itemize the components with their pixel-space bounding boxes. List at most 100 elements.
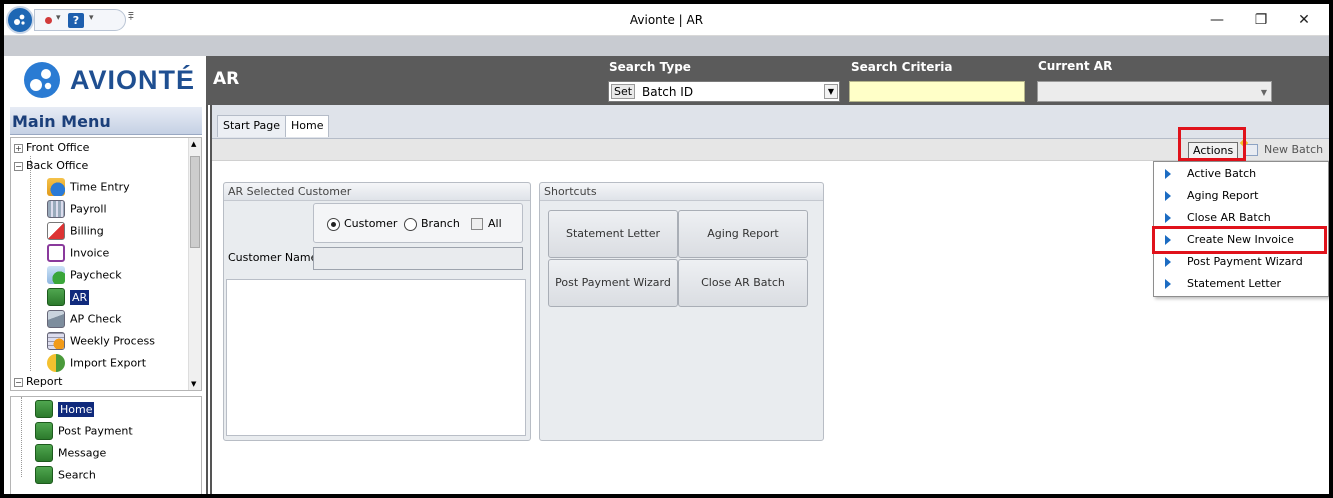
play-arrow-icon [1165, 279, 1171, 289]
tab-strip: Start Page Home [212, 105, 1329, 139]
sidebar-item-invoice[interactable]: Invoice [47, 244, 109, 264]
sidebar-item-post-payment[interactable]: Post Payment [35, 422, 133, 442]
main-menu-tree: + Front Office − Back Office Time Entry Pa… [10, 137, 202, 391]
new-batch-icon [1245, 144, 1258, 156]
tree-node-report[interactable]: − Report [14, 375, 62, 388]
sidebar-item-billing[interactable]: Billing [47, 222, 104, 242]
all-checkbox[interactable]: All [471, 217, 502, 230]
brand-logo: AVIONTÉ [4, 56, 206, 105]
customer-list[interactable] [226, 279, 526, 436]
tree-scrollbar[interactable]: ▲ ▼ [188, 138, 201, 390]
panel-title: AR Selected Customer [224, 183, 530, 201]
customer-name-field[interactable] [313, 247, 523, 270]
shortcuts-panel: Shortcuts Statement Letter Aging Report … [539, 182, 824, 441]
logo-text: AVIONTÉ [70, 65, 196, 95]
statement-letter-button[interactable]: Statement Letter [548, 210, 678, 258]
search-criteria-label: Search Criteria [851, 60, 953, 74]
sidebar-item-payroll[interactable]: Payroll [47, 200, 107, 220]
ledger-icon [35, 422, 53, 440]
customer-type-group: Customer Branch All [313, 203, 523, 243]
billing-icon [47, 222, 65, 240]
collapse-icon[interactable]: − [14, 161, 23, 171]
weekly-process-icon [47, 332, 65, 350]
sidebar-item-ap-check[interactable]: AP Check [47, 310, 122, 330]
scroll-up-icon[interactable]: ▲ [191, 140, 196, 148]
title-bar: ▾ ? ▾ ⩱ Avionte | AR — ❐ ✕ [4, 4, 1329, 36]
current-ar-select[interactable]: ▼ [1037, 81, 1272, 102]
tree-line [21, 397, 22, 477]
time-entry-icon [47, 178, 65, 196]
chevron-down-icon[interactable]: ▼ [824, 84, 838, 99]
scroll-thumb[interactable] [190, 156, 200, 248]
play-arrow-icon [1165, 191, 1171, 201]
search-type-select[interactable]: Set Batch ID ▼ [608, 81, 840, 102]
tab-start-page[interactable]: Start Page [217, 115, 286, 137]
invoice-highlight-box [1152, 226, 1327, 254]
page-toolbar: Actions New Batch [212, 139, 1329, 161]
minimize-button[interactable]: — [1202, 10, 1232, 30]
import-export-icon [47, 354, 65, 372]
ledger-icon [35, 400, 53, 418]
scroll-down-icon[interactable]: ▼ [191, 380, 196, 388]
app-window: ▾ ? ▾ ⩱ Avionte | AR — ❐ ✕ AVIONTÉ AR Se… [4, 4, 1329, 494]
search-type-label: Search Type [609, 60, 691, 74]
window-title: Avionte | AR [629, 13, 704, 27]
current-ar-label: Current AR [1038, 59, 1113, 73]
branch-radio[interactable]: Branch [404, 217, 460, 231]
tree-node-front-office[interactable]: + Front Office [14, 141, 89, 154]
main-content: Start Page Home Actions New Batch Active… [210, 105, 1329, 494]
avionte-mark-icon [24, 62, 60, 98]
actions-highlight-box [1178, 127, 1246, 161]
payroll-icon [47, 200, 65, 218]
menu-item-statement-letter[interactable]: Statement Letter [1154, 273, 1328, 295]
menu-item-post-payment-wizard[interactable]: Post Payment Wizard [1154, 251, 1328, 273]
sidebar-item-time-entry[interactable]: Time Entry [47, 178, 130, 198]
sidebar-item-weekly-process[interactable]: Weekly Process [47, 332, 155, 352]
ribbon-bar [4, 36, 1329, 56]
expand-icon[interactable]: + [14, 143, 23, 153]
tab-home[interactable]: Home [285, 115, 330, 137]
sidebar-item-search[interactable]: Search [35, 466, 96, 486]
search-criteria-input[interactable] [849, 81, 1025, 102]
ledger-icon [35, 444, 53, 462]
close-button[interactable]: ✕ [1289, 10, 1319, 30]
close-ar-batch-button[interactable]: Close AR Batch [678, 259, 808, 307]
sub-menu-tree: Home Post Payment Message Search [10, 396, 202, 494]
collapse-icon[interactable]: − [14, 377, 23, 387]
new-batch-button[interactable]: New Batch [1245, 143, 1323, 156]
restore-button[interactable]: ❐ [1246, 10, 1276, 30]
ledger-icon [35, 466, 53, 484]
ar-selected-customer-panel: AR Selected Customer Customer Branch All… [223, 182, 531, 441]
set-button[interactable]: Set [611, 84, 636, 99]
radio-icon [404, 217, 417, 231]
chevron-down-icon[interactable]: ▼ [1261, 88, 1267, 97]
sidebar-item-message[interactable]: Message [35, 444, 106, 464]
checkbox-icon [471, 218, 483, 230]
panel-title: Shortcuts [540, 183, 823, 201]
sidebar-item-home[interactable]: Home [35, 400, 95, 420]
tree-line [30, 156, 31, 371]
aging-report-button[interactable]: Aging Report [678, 210, 808, 258]
ap-check-icon [47, 310, 65, 328]
radio-selected-icon [327, 217, 340, 231]
invoice-icon [47, 244, 65, 262]
sidebar-item-paycheck[interactable]: Paycheck [47, 266, 122, 286]
customer-radio[interactable]: Customer [327, 217, 397, 231]
page-title: AR [213, 69, 240, 89]
main-menu-panel: Main Menu + Front Office − Back Office Tim… [4, 105, 208, 494]
ar-icon [47, 288, 65, 306]
main-menu-title: Main Menu [10, 107, 202, 135]
play-arrow-icon [1165, 213, 1171, 223]
sidebar-item-ar[interactable]: AR [47, 288, 90, 308]
sidebar-item-import-export[interactable]: Import Export [47, 354, 146, 374]
play-arrow-icon [1165, 169, 1171, 179]
paycheck-icon [47, 266, 65, 284]
tree-node-back-office[interactable]: − Back Office [14, 159, 88, 172]
menu-item-aging-report[interactable]: Aging Report [1154, 185, 1328, 207]
post-payment-wizard-button[interactable]: Post Payment Wizard [548, 259, 678, 307]
module-header: AVIONTÉ AR Search Type Set Batch ID ▼ Se… [4, 56, 1329, 105]
search-type-value: Batch ID [642, 85, 694, 99]
menu-item-active-batch[interactable]: Active Batch [1154, 163, 1328, 185]
play-arrow-icon [1165, 257, 1171, 267]
customer-name-label: Customer Name [228, 251, 318, 264]
